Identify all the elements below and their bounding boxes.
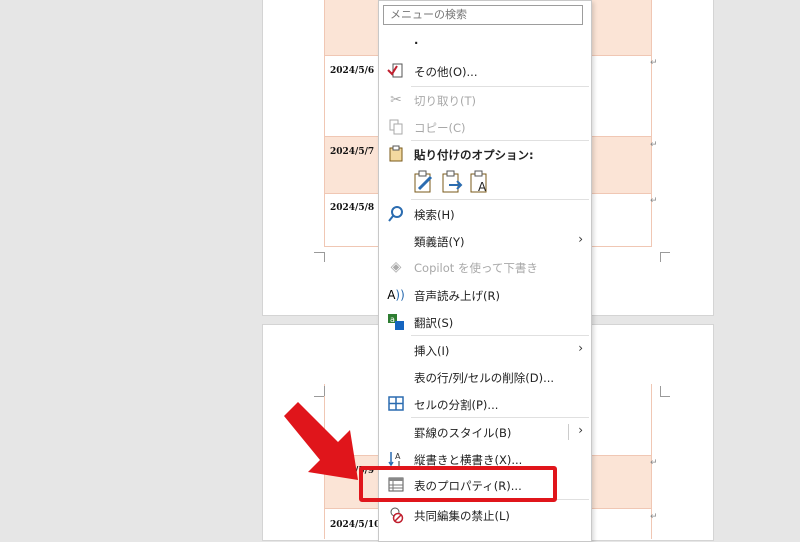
copilot-icon: ◈ <box>390 259 402 275</box>
paste-text-only-icon[interactable]: A <box>469 169 491 195</box>
menu-item-copy[interactable]: コピー(C) <box>379 115 591 139</box>
cell-end-mark: ↵ <box>650 512 658 522</box>
menu-search-input[interactable] <box>383 5 583 25</box>
menu-item-delete-cells[interactable]: 表の行/列/セルの削除(D)... <box>379 365 591 389</box>
menu-item-split-cells[interactable]: セルの分割(P)... <box>379 392 591 416</box>
crop-mark <box>324 252 335 262</box>
translate-icon: a <box>387 313 405 331</box>
menu-item-read-aloud[interactable]: A)) 音声読み上げ(R) <box>379 283 591 307</box>
menu-separator <box>411 86 589 87</box>
highlight-box <box>359 466 557 502</box>
context-menu: · その他(O)... ✂ 切り取り(T) コピー(C) 貼り付けのオプション: <box>378 0 592 542</box>
menu-separator <box>411 199 589 200</box>
date-cell: 2024/5/7 <box>330 147 375 157</box>
split-divider <box>568 424 569 440</box>
menu-separator <box>411 417 589 418</box>
date-cell: 2024/5/10 <box>330 520 381 530</box>
table-grid-icon <box>387 395 405 413</box>
paste-options-group: A <box>413 169 503 197</box>
date-cell: 2024/5/8 <box>330 203 375 213</box>
clipboard-icon <box>387 145 405 163</box>
crop-mark <box>314 252 324 263</box>
menu-item-block-authors[interactable]: 共同編集の禁止(L) <box>379 503 591 527</box>
cell-end-mark: ↵ <box>650 140 658 150</box>
chevron-right-icon: › <box>578 341 583 355</box>
svg-text:A: A <box>395 452 401 461</box>
menu-item-paste-options: 貼り付けのオプション: <box>379 142 591 166</box>
menu-separator <box>411 140 589 141</box>
menu-separator <box>411 335 589 336</box>
menu-item-border-styles[interactable]: 罫線のスタイル(B) › <box>379 420 591 444</box>
copy-icon <box>387 118 405 136</box>
menu-item-translate[interactable]: a 翻訳(S) <box>379 310 591 334</box>
scissors-icon: ✂ <box>390 92 402 108</box>
more-options-icon <box>387 62 405 80</box>
block-authors-icon <box>387 506 405 524</box>
search-icon <box>387 205 405 223</box>
chevron-right-icon: › <box>578 232 583 246</box>
chevron-right-icon: › <box>578 423 583 437</box>
crop-mark <box>660 396 670 407</box>
crop-mark <box>650 386 661 396</box>
date-cell: 2024/5/6 <box>330 66 375 76</box>
paste-merge-formatting-icon[interactable] <box>441 169 463 195</box>
menu-item-synonyms[interactable]: 類義語(Y) › <box>379 229 591 253</box>
crop-mark <box>660 252 670 263</box>
menu-item-lookup[interactable]: 検索(H) <box>379 202 591 226</box>
cell-end-mark: ↵ <box>650 58 658 68</box>
cell-end-mark: ↵ <box>650 196 658 206</box>
menu-item-more[interactable]: その他(O)... <box>379 59 591 83</box>
svg-text:A: A <box>478 180 487 194</box>
crop-mark <box>324 386 335 396</box>
paste-keep-formatting-icon[interactable] <box>413 169 435 195</box>
menu-item-copilot[interactable]: ◈ Copilot を使って下書き <box>379 255 591 279</box>
menu-item-insert[interactable]: 挿入(I) › <box>379 338 591 362</box>
svg-text:a: a <box>390 315 395 324</box>
menu-item-dot[interactable]: · <box>379 31 591 55</box>
menu-item-cut[interactable]: ✂ 切り取り(T) <box>379 88 591 112</box>
cell-end-mark: ↵ <box>650 458 658 468</box>
read-aloud-icon: A)) <box>387 288 405 302</box>
